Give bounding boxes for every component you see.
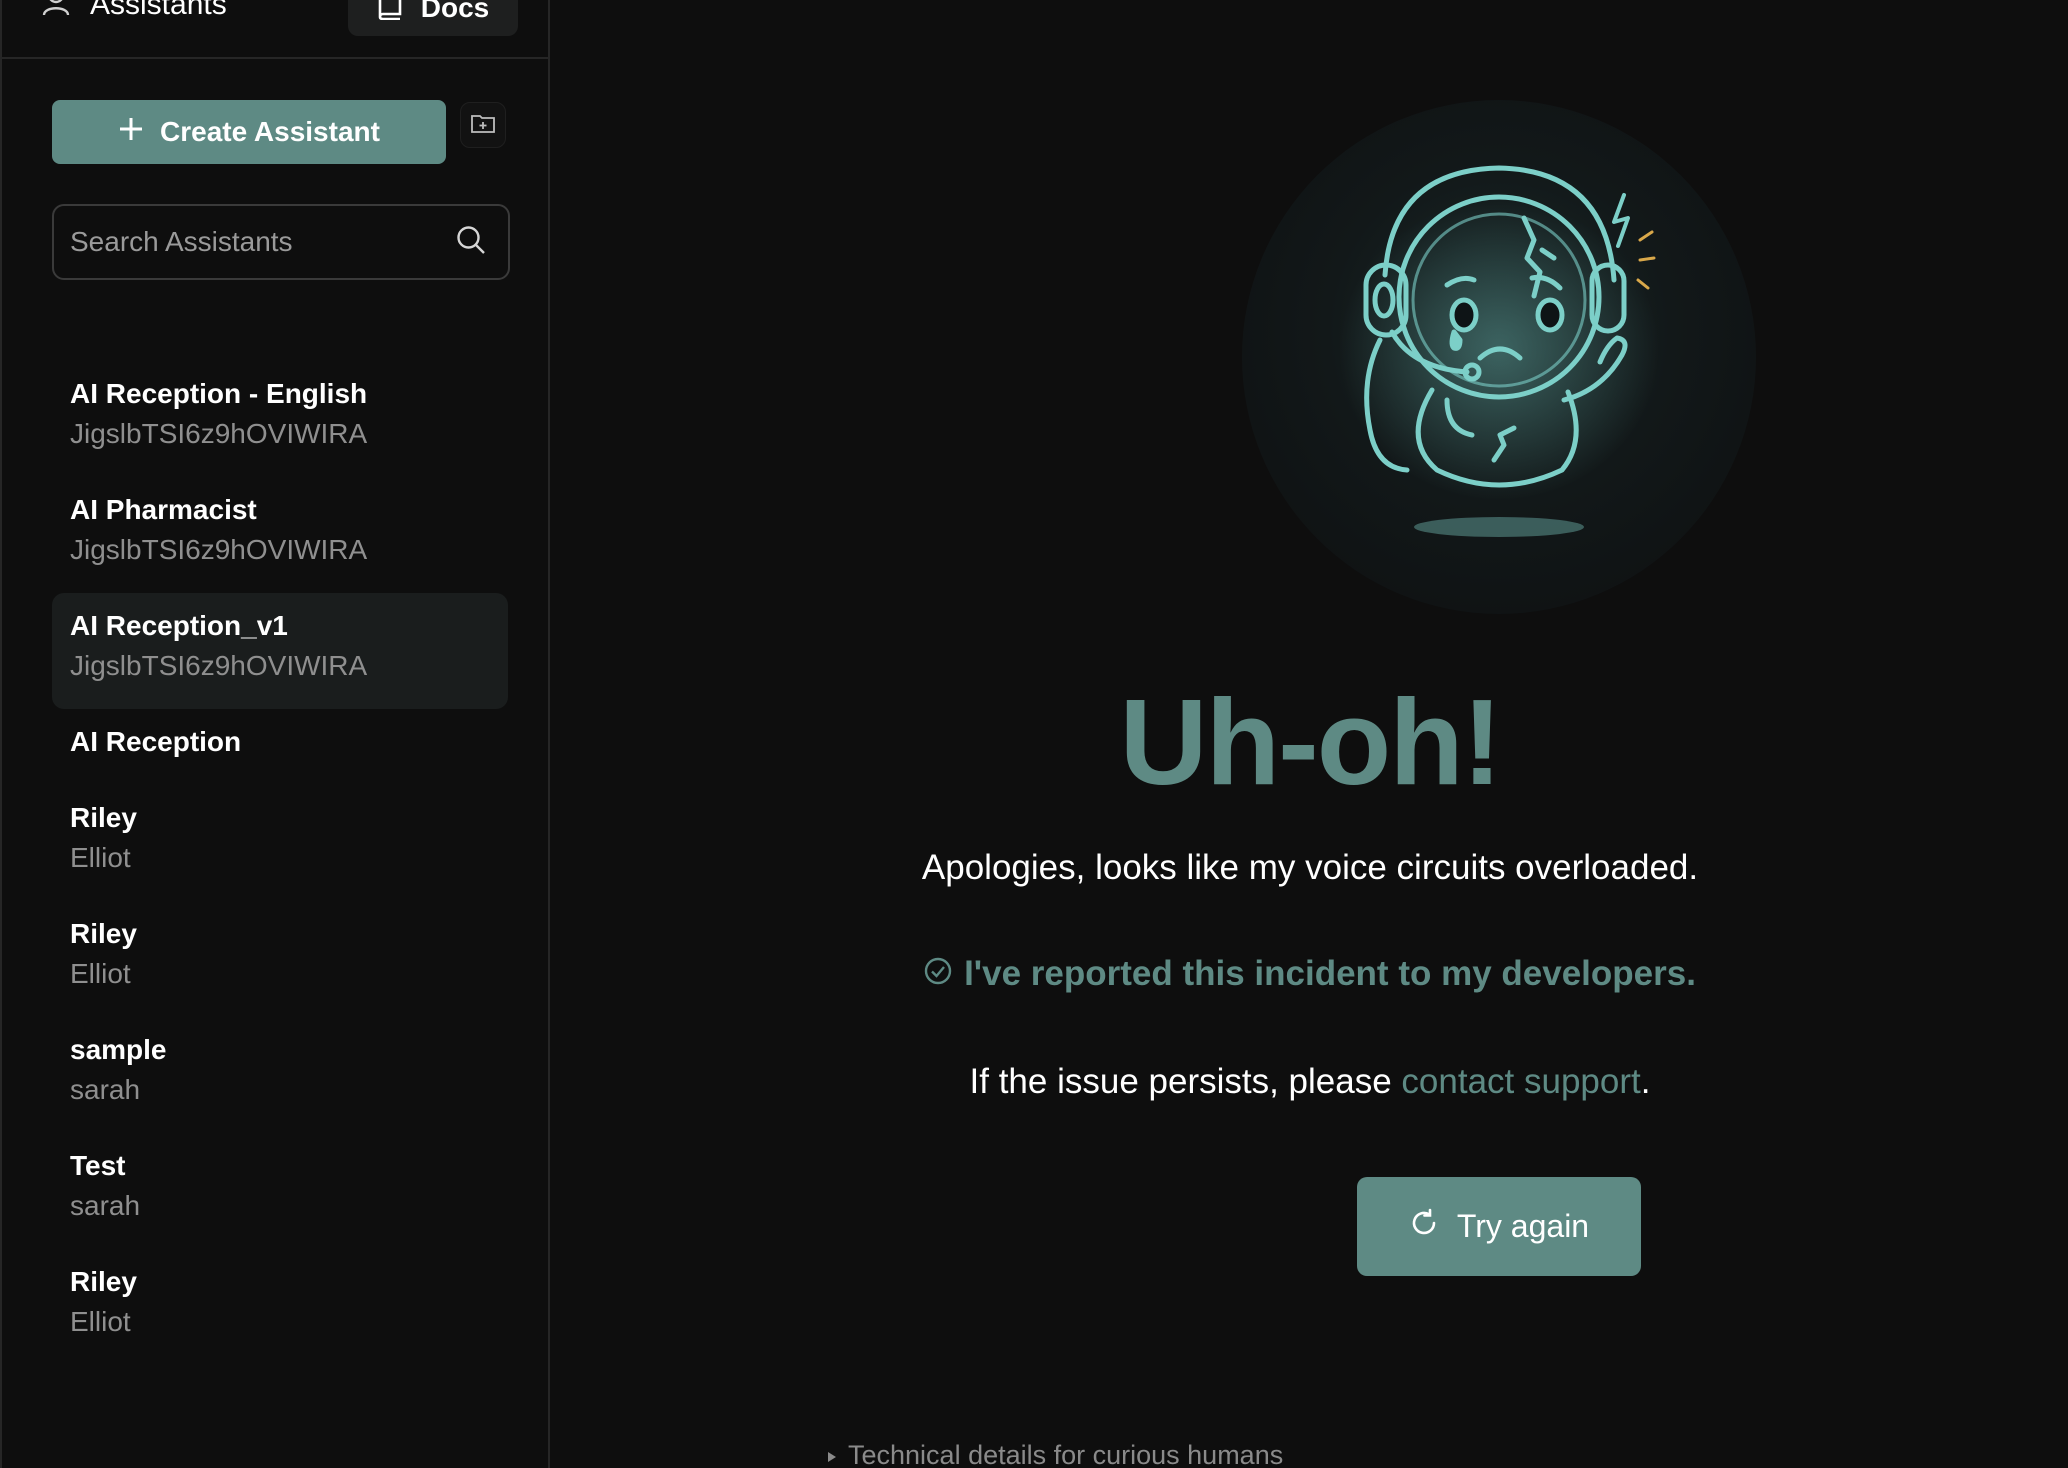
- assistant-subtitle: Elliot: [70, 842, 131, 873]
- assistant-list: AI Reception - English JigslbTSI6z9hOVIW…: [52, 361, 508, 1365]
- refresh-icon: [1409, 1208, 1439, 1246]
- contact-support-link[interactable]: contact support: [1401, 1062, 1640, 1101]
- assistant-name: Riley: [70, 1266, 137, 1297]
- tab-assistants[interactable]: Assistants: [42, 0, 227, 30]
- sidebar-header: Assistants Docs: [2, 0, 550, 59]
- create-assistant-button[interactable]: Create Assistant: [52, 100, 446, 164]
- search-box: [52, 204, 510, 280]
- try-again-label: Try again: [1456, 1208, 1590, 1244]
- technical-details-toggle[interactable]: Technical details for curious humans: [826, 1440, 1283, 1468]
- list-item[interactable]: Riley Elliot: [52, 785, 508, 901]
- search-input[interactable]: [70, 226, 456, 258]
- assistant-name: AI Reception_v1: [70, 610, 288, 641]
- assistant-subtitle: sarah: [70, 1190, 141, 1221]
- docs-button[interactable]: Docs: [348, 0, 518, 36]
- error-panel: Uh-oh! Apologies, looks like my voice ci…: [552, 0, 2068, 1468]
- list-item[interactable]: AI Reception - English JigslbTSI6z9hOVIW…: [52, 361, 508, 477]
- search-icon[interactable]: [456, 225, 486, 260]
- new-folder-button[interactable]: [460, 102, 506, 148]
- try-again-button[interactable]: Try again: [1357, 1177, 1641, 1276]
- incident-reported-text: I've reported this incident to my develo…: [964, 954, 1696, 993]
- list-item[interactable]: sample sarah: [52, 1017, 508, 1133]
- assistant-name: AI Pharmacist: [70, 494, 257, 525]
- book-icon: [377, 0, 403, 27]
- assistant-subtitle: Elliot: [70, 958, 131, 989]
- technical-details-label: Technical details for curious humans: [848, 1440, 1284, 1468]
- tab-assistants-label: Assistants: [90, 0, 227, 21]
- sidebar: Assistants Docs Create Assistant Search …: [0, 0, 550, 1468]
- assistant-subtitle: JigslbTSI6z9hOVIWIRA: [70, 418, 368, 449]
- user-icon: [42, 0, 70, 24]
- folder-plus-icon: [471, 113, 495, 138]
- assistant-name: Riley: [70, 918, 137, 949]
- assistant-subtitle: sarah: [70, 1074, 141, 1105]
- persist-suffix: .: [1640, 1062, 1651, 1101]
- assistant-name: Test: [70, 1150, 126, 1181]
- plus-icon: [118, 116, 144, 149]
- persist-message: If the issue persists, please contact su…: [552, 1062, 2068, 1102]
- error-apology: Apologies, looks like my voice circuits …: [921, 848, 1699, 887]
- list-item[interactable]: Riley Elliot: [52, 1249, 508, 1365]
- assistant-name: Riley: [70, 802, 137, 833]
- assistant-subtitle: JigslbTSI6z9hOVIWIRA: [70, 534, 368, 565]
- incident-reported-notice: I've reported this incident to my develo…: [552, 954, 2068, 994]
- check-circle-icon: [924, 954, 952, 994]
- error-headline: Uh-oh!: [1119, 674, 1503, 810]
- app-window: Assistants Docs Create Assistant Search …: [0, 0, 2068, 1468]
- list-item[interactable]: AI Reception: [52, 709, 508, 785]
- assistant-name: sample: [70, 1034, 167, 1065]
- triangle-right-icon: [826, 1440, 838, 1468]
- persist-prefix: If the issue persists, please: [969, 1062, 1402, 1101]
- docs-label: Docs: [420, 0, 490, 23]
- list-item[interactable]: Test sarah: [52, 1133, 508, 1249]
- sad-robot-illustration: [1242, 100, 1756, 614]
- create-assistant-label: Create Assistant: [160, 116, 380, 147]
- list-item-active[interactable]: AI Reception_v1 JigslbTSI6z9hOVIWIRA: [52, 593, 508, 709]
- list-item[interactable]: Riley Elliot: [52, 901, 508, 1017]
- assistant-subtitle: JigslbTSI6z9hOVIWIRA: [70, 650, 368, 681]
- assistant-subtitle: Elliot: [70, 1306, 131, 1337]
- assistant-name: AI Reception - English: [70, 378, 368, 409]
- assistant-name: AI Reception: [70, 726, 242, 757]
- list-item[interactable]: AI Pharmacist JigslbTSI6z9hOVIWIRA: [52, 477, 508, 593]
- create-row: Create Assistant: [52, 100, 506, 164]
